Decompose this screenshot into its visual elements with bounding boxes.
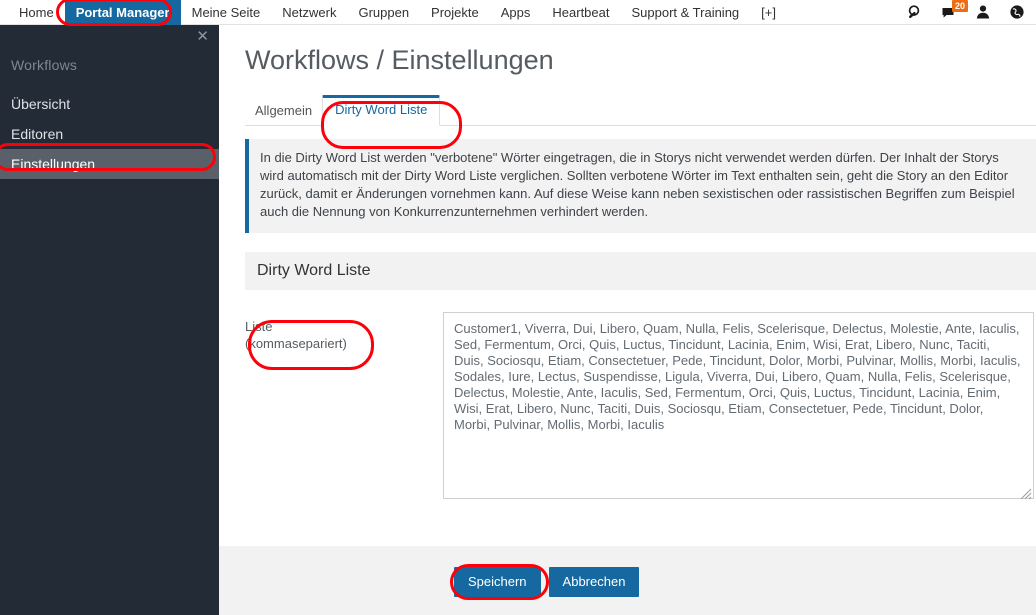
nav-item-netzwerk[interactable]: Netzwerk: [271, 0, 347, 25]
top-nav-actions: 20: [907, 0, 1036, 25]
sidebar: ✕ Workflows Übersicht Editoren Einstellu…: [0, 25, 219, 615]
nav-item-apps[interactable]: Apps: [490, 0, 542, 25]
close-icon[interactable]: ✕: [196, 29, 209, 44]
page-title: Workflows / Einstellungen: [245, 45, 554, 75]
textarea-wrapper: [443, 312, 1034, 504]
nav-item-add-more[interactable]: [+]: [750, 0, 787, 25]
nav-item-portal-manager[interactable]: Portal Manager: [64, 0, 181, 25]
nav-item-gruppen[interactable]: Gruppen: [347, 0, 420, 25]
liste-field-label-line2: (kommasepariert): [245, 336, 347, 351]
dirty-word-list-textarea[interactable]: [443, 312, 1034, 499]
nav-item-support-training[interactable]: Support & Training: [620, 0, 750, 25]
form-row: Liste (kommasepariert): [245, 312, 1036, 504]
button-bar: Speichern Abbrechen: [219, 546, 1036, 615]
save-button[interactable]: Speichern: [454, 567, 541, 597]
sidebar-item-einstellungen[interactable]: Einstellungen: [0, 149, 219, 179]
sidebar-item-editoren[interactable]: Editoren: [0, 119, 219, 149]
search-icon[interactable]: [907, 4, 923, 20]
top-navigation-bar: Home Portal Manager Meine Seite Netzwerk…: [0, 0, 1036, 25]
messages-icon[interactable]: 20: [941, 0, 969, 20]
app-window: Home Portal Manager Meine Seite Netzwerk…: [0, 0, 1036, 615]
cancel-button[interactable]: Abbrechen: [548, 567, 640, 597]
top-nav-items: Home Portal Manager Meine Seite Netzwerk…: [0, 0, 787, 25]
liste-field-label-line1: Liste: [245, 319, 273, 334]
main-content: Workflows / Einstellungen Allgemein Dirt…: [219, 25, 1036, 615]
user-icon[interactable]: [975, 4, 991, 20]
sidebar-item-uebersicht[interactable]: Übersicht: [0, 89, 219, 119]
tab-bar: Allgemein Dirty Word Liste: [245, 95, 1036, 126]
section-header: Dirty Word Liste: [245, 252, 1036, 290]
info-box: In die Dirty Word List werden "verbotene…: [245, 139, 1036, 233]
nav-item-projekte[interactable]: Projekte: [420, 0, 490, 25]
nav-item-heartbeat[interactable]: Heartbeat: [541, 0, 620, 25]
globe-icon[interactable]: [1009, 4, 1025, 20]
liste-field-label: Liste (kommasepariert): [245, 312, 443, 352]
action-buttons: Speichern Abbrechen: [454, 567, 640, 597]
nav-item-meine-seite[interactable]: Meine Seite: [181, 0, 272, 25]
tab-dirty-word-liste[interactable]: Dirty Word Liste: [322, 95, 441, 126]
sidebar-title: Workflows: [11, 57, 78, 73]
nav-item-home[interactable]: Home: [8, 0, 65, 25]
tab-allgemein[interactable]: Allgemein: [245, 97, 322, 126]
message-count-badge: 20: [952, 0, 969, 12]
